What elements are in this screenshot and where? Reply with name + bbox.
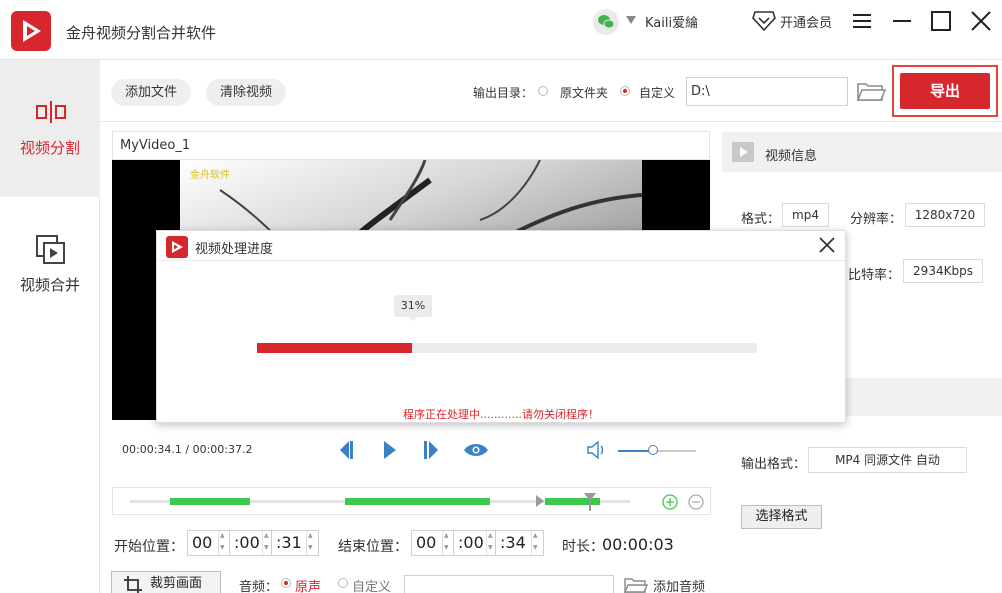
volume-icon[interactable] (586, 440, 608, 460)
clear-video-button[interactable]: 清除视频 (206, 79, 287, 106)
app-window: 金舟视频分割合并软件 Kaili爱綸 开通会员 视频分割 视频合并 添加文件 清… (0, 0, 1002, 593)
crop-button[interactable]: 裁剪画面 (111, 571, 221, 593)
add-audio-button[interactable]: 添加音频 (653, 576, 705, 593)
segment-start-handle[interactable] (535, 494, 545, 508)
folder-icon[interactable] (624, 576, 648, 593)
playhead-icon[interactable] (583, 492, 597, 512)
sidebar: 视频分割 视频合并 (0, 60, 100, 593)
dialog-logo (166, 236, 188, 258)
merge-icon (36, 235, 65, 264)
progress-dialog: 视频处理进度 31% 程序正在处理中............请勿关闭程序！ (156, 230, 846, 423)
previous-frame-icon[interactable] (339, 440, 355, 460)
radio-source-folder-label[interactable]: 原文件夹 (560, 84, 608, 101)
vip-diamond-icon[interactable] (752, 10, 776, 32)
video-watermark: 金舟软件 (190, 170, 230, 181)
close-icon[interactable] (970, 10, 992, 32)
end-seconds-spinner[interactable] (531, 531, 540, 555)
radio-audio-original[interactable] (281, 578, 291, 588)
app-logo (11, 11, 51, 51)
username[interactable]: Kaili爱綸 (645, 12, 698, 31)
play-icon[interactable] (383, 440, 397, 460)
menu-icon[interactable] (851, 10, 873, 32)
app-title: 金舟视频分割合并软件 (66, 24, 217, 42)
crop-button-label: 裁剪画面 (150, 576, 203, 591)
diamond-icon (626, 16, 636, 24)
sidebar-item-merge[interactable]: 视频合并 (0, 197, 100, 334)
start-seconds-spinner[interactable] (306, 531, 315, 555)
progress-bar-fill (257, 343, 412, 353)
timeline[interactable] (112, 487, 711, 515)
split-icon (36, 101, 66, 123)
audio-path-input[interactable] (404, 575, 614, 593)
output-format-value: MP4 同源文件 自动 (808, 447, 967, 473)
radio-custom-label[interactable]: 自定义 (639, 84, 675, 101)
sidebar-item-label: 视频分割 (19, 139, 80, 157)
export-highlight: 导出 (892, 65, 998, 117)
video-title: MyVideo_1 (112, 131, 710, 160)
output-dir-label: 输出目录： (473, 86, 534, 100)
output-path-input[interactable] (686, 77, 848, 106)
resolution-value: 1280x720 (905, 203, 985, 227)
maximize-icon[interactable] (930, 10, 952, 32)
vip-button[interactable]: 开通会员 (780, 12, 832, 31)
sidebar-item-split[interactable]: 视频分割 (0, 60, 100, 197)
end-position-label: 结束位置： (338, 539, 408, 555)
preview-eye-icon[interactable] (463, 443, 489, 457)
sidebar-item-label: 视频合并 (19, 276, 80, 294)
wechat-icon[interactable] (593, 9, 619, 35)
video-info-title: 视频信息 (765, 149, 818, 164)
zoom-in-icon[interactable] (662, 494, 678, 510)
output-format-label: 输出格式： (741, 457, 807, 472)
dialog-header: 视频处理进度 (157, 231, 845, 261)
timeline-segment[interactable] (345, 498, 490, 505)
end-minutes-spinner[interactable] (486, 531, 495, 555)
volume-slider-knob[interactable] (648, 445, 659, 455)
resolution-label: 分辨率： (850, 212, 903, 227)
video-info-icon (732, 142, 754, 162)
radio-source-folder[interactable] (538, 86, 548, 96)
duration-label: 时长： (562, 539, 604, 555)
add-file-button[interactable]: 添加文件 (111, 79, 192, 106)
start-hours-spinner[interactable] (218, 531, 227, 555)
progress-bar (257, 343, 757, 353)
end-hours-spinner[interactable] (442, 531, 451, 555)
zoom-out-icon[interactable] (688, 494, 704, 510)
title-bar: 金舟视频分割合并软件 Kaili爱綸 开通会员 (0, 0, 1002, 60)
format-value: mp4 (782, 203, 829, 227)
dialog-message: 程序正在处理中............请勿关闭程序！ (403, 408, 599, 421)
dialog-title: 视频处理进度 (195, 242, 274, 257)
next-frame-icon[interactable] (423, 440, 439, 460)
choose-format-button[interactable]: 选择格式 (741, 505, 822, 529)
timeline-segment[interactable] (170, 498, 250, 505)
bitrate-value: 2934Kbps (903, 259, 983, 283)
duration-value: 00:00:03 (602, 535, 674, 554)
radio-audio-original-label[interactable]: 原声 (295, 576, 321, 593)
folder-icon[interactable] (856, 77, 886, 105)
radio-custom[interactable] (620, 86, 630, 96)
video-info-header: 视频信息 (722, 132, 1002, 172)
timecode: 00:00:34.1 / 00:00:37.2 (122, 443, 253, 456)
format-label: 格式： (741, 212, 781, 227)
minimize-icon[interactable] (891, 10, 913, 32)
crop-icon (124, 576, 142, 593)
export-button[interactable]: 导出 (900, 73, 990, 109)
bitrate-label: 比特率： (848, 268, 901, 283)
radio-audio-custom[interactable] (338, 578, 348, 588)
radio-audio-custom-label[interactable]: 自定义 (352, 576, 391, 593)
toolbar: 添加文件 清除视频 输出目录： 原文件夹 自定义 导出 (100, 60, 1002, 122)
start-position-label: 开始位置： (114, 539, 184, 555)
dialog-close-icon[interactable] (817, 235, 837, 255)
start-minutes-spinner[interactable] (262, 531, 271, 555)
progress-percent: 31% (394, 295, 432, 321)
audio-label: 音频： (239, 580, 279, 593)
